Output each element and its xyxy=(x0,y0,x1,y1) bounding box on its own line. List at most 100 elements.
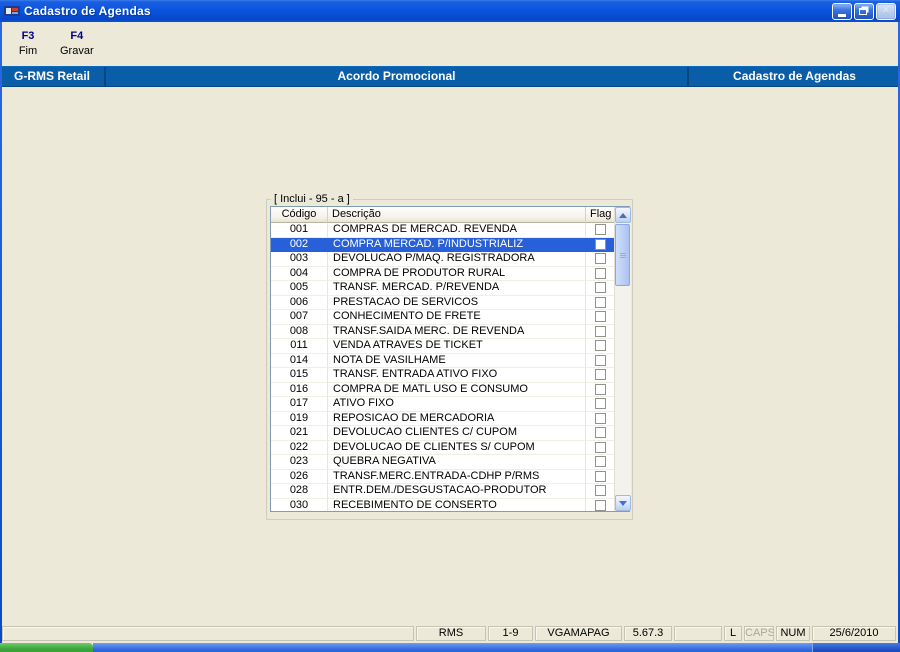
column-header-codigo[interactable]: Código xyxy=(271,207,328,223)
flag-checkbox[interactable] xyxy=(594,412,606,424)
flag-checkbox[interactable] xyxy=(594,354,606,366)
scrollbar-thumb[interactable] xyxy=(615,224,630,286)
taskbar xyxy=(0,643,900,652)
row-code: 004 xyxy=(271,266,328,281)
row-desc: DEVOLUCAO P/MAQ. REGISTRADORA xyxy=(328,252,586,267)
status-version-cell: 5.67.3 xyxy=(624,626,672,641)
table-row[interactable]: 014 NOTA DE VASILHAME xyxy=(271,353,614,368)
row-desc: COMPRA DE PRODUTOR RURAL xyxy=(328,266,586,281)
table-row[interactable]: 011 VENDA ATRAVES DE TICKET xyxy=(271,339,614,354)
row-desc: COMPRAS DE MERCAD. REVENDA xyxy=(328,223,586,238)
workspace: [ Inclui - 95 - a ] Código Descrição Fla… xyxy=(0,87,900,624)
grid-header: Código Descrição Flag xyxy=(271,207,614,223)
scroll-up-button[interactable] xyxy=(615,207,631,223)
flag-checkbox[interactable] xyxy=(594,238,606,250)
restore-button[interactable] xyxy=(854,2,874,20)
flag-checkbox[interactable] xyxy=(594,427,606,439)
table-row[interactable]: 021 DEVOLUCAO CLIENTES C/ CUPOM xyxy=(271,426,614,441)
column-header-flag[interactable]: Flag xyxy=(586,207,614,223)
table-row[interactable]: 004 COMPRA DE PRODUTOR RURAL xyxy=(271,266,614,281)
flag-checkbox[interactable] xyxy=(594,224,606,236)
flag-checkbox[interactable] xyxy=(594,282,606,294)
row-desc: TRANSF.SAIDA MERC. DE REVENDA xyxy=(328,324,586,339)
row-code: 026 xyxy=(271,469,328,484)
row-code: 005 xyxy=(271,281,328,296)
close-button[interactable]: ✕ xyxy=(876,2,896,20)
flag-checkbox[interactable] xyxy=(594,253,606,265)
column-header-descricao[interactable]: Descrição xyxy=(328,207,586,223)
table-row[interactable]: 001 COMPRAS DE MERCAD. REVENDA xyxy=(271,223,614,238)
table-row[interactable]: 003 DEVOLUCAO P/MAQ. REGISTRADORA xyxy=(271,252,614,267)
row-code: 006 xyxy=(271,295,328,310)
table-row[interactable]: 030 RECEBIMENTO DE CONSERTO xyxy=(271,498,614,511)
row-desc: ATIVO FIXO xyxy=(328,397,586,412)
row-desc: REPOSICAO DE MERCADORIA xyxy=(328,411,586,426)
row-desc: VENDA ATRAVES DE TICKET xyxy=(328,339,586,354)
scroll-down-button[interactable] xyxy=(615,495,631,511)
row-desc: TRANSF. ENTRADA ATIVO FIXO xyxy=(328,368,586,383)
table-row[interactable]: 002 COMPRA MERCAD. P/INDUSTRIALIZ xyxy=(271,237,614,252)
table-row[interactable]: 017 ATIVO FIXO xyxy=(271,397,614,412)
row-desc: TRANSF. MERCAD. P/REVENDA xyxy=(328,281,586,296)
start-button[interactable] xyxy=(0,643,93,652)
status-date-cell: 25/6/2010 xyxy=(812,626,896,641)
row-code: 017 xyxy=(271,397,328,412)
system-tray[interactable] xyxy=(812,643,900,652)
flag-checkbox[interactable] xyxy=(594,340,606,352)
row-code: 016 xyxy=(271,382,328,397)
flag-checkbox[interactable] xyxy=(594,441,606,453)
row-code: 015 xyxy=(271,368,328,383)
table-row[interactable]: 016 COMPRA DE MATL USO E CONSUMO xyxy=(271,382,614,397)
flag-checkbox[interactable] xyxy=(594,470,606,482)
statusbar: RMS 1-9 VGAMAPAG 5.67.3 L CAPS NUM 25/6/… xyxy=(0,624,900,643)
table-row[interactable]: 028 ENTR.DEM./DESGUSTACAO-PRODUTOR xyxy=(271,484,614,499)
taskbar-area[interactable] xyxy=(93,643,812,652)
application-window: Cadastro de Agendas ✕ F3 Fim F4 Gravar G… xyxy=(0,0,900,652)
scrollbar-track[interactable] xyxy=(615,223,631,495)
row-code: 014 xyxy=(271,353,328,368)
gravar-label: Gravar xyxy=(60,45,94,57)
breadcrumb-screen: Cadastro de Agendas xyxy=(733,69,856,83)
table-row[interactable]: 007 CONHECIMENTO DE FRETE xyxy=(271,310,614,325)
flag-checkbox[interactable] xyxy=(594,296,606,308)
f3-fim-button[interactable]: F3 Fim xyxy=(10,28,46,59)
app-icon xyxy=(4,6,20,16)
status-lang-cell: L xyxy=(724,626,742,641)
table-row[interactable]: 006 PRESTACAO DE SERVICOS xyxy=(271,295,614,310)
row-code: 030 xyxy=(271,498,328,511)
flag-checkbox[interactable] xyxy=(594,325,606,337)
flag-checkbox[interactable] xyxy=(594,485,606,497)
table-row[interactable]: 015 TRANSF. ENTRADA ATIVO FIXO xyxy=(271,368,614,383)
row-code: 007 xyxy=(271,310,328,325)
status-caps-cell: CAPS xyxy=(744,626,774,641)
window-frame-left xyxy=(0,22,2,643)
row-code: 019 xyxy=(271,411,328,426)
flag-checkbox[interactable] xyxy=(594,456,606,468)
flag-checkbox[interactable] xyxy=(594,311,606,323)
agenda-grid: Código Descrição Flag 001 COMPRAS DE MER… xyxy=(270,206,631,512)
grid-body: 001 COMPRAS DE MERCAD. REVENDA 002 COMPR… xyxy=(271,223,614,511)
flag-checkbox[interactable] xyxy=(594,499,606,511)
table-row[interactable]: 019 REPOSICAO DE MERCADORIA xyxy=(271,411,614,426)
f4-gravar-button[interactable]: F4 Gravar xyxy=(54,28,100,59)
vertical-scrollbar[interactable] xyxy=(614,207,631,511)
flag-checkbox[interactable] xyxy=(594,267,606,279)
window-controls: ✕ xyxy=(832,2,896,20)
row-code: 022 xyxy=(271,440,328,455)
row-code: 003 xyxy=(271,252,328,267)
row-code: 021 xyxy=(271,426,328,441)
status-system-cell: RMS xyxy=(416,626,486,641)
row-desc: RECEBIMENTO DE CONSERTO xyxy=(328,498,586,511)
minimize-button[interactable] xyxy=(832,2,852,20)
flag-checkbox[interactable] xyxy=(594,398,606,410)
table-row[interactable]: 008 TRANSF.SAIDA MERC. DE REVENDA xyxy=(271,324,614,339)
breadcrumb-bar: G-RMS Retail Acordo Promocional Cadastro… xyxy=(0,66,900,87)
flag-checkbox[interactable] xyxy=(594,383,606,395)
row-code: 011 xyxy=(271,339,328,354)
table-row[interactable]: 023 QUEBRA NEGATIVA xyxy=(271,455,614,470)
flag-checkbox[interactable] xyxy=(594,369,606,381)
table-row[interactable]: 022 DEVOLUCAO DE CLIENTES S/ CUPOM xyxy=(271,440,614,455)
row-desc: QUEBRA NEGATIVA xyxy=(328,455,586,470)
table-row[interactable]: 005 TRANSF. MERCAD. P/REVENDA xyxy=(271,281,614,296)
table-row[interactable]: 026 TRANSF.MERC.ENTRADA-CDHP P/RMS xyxy=(271,469,614,484)
